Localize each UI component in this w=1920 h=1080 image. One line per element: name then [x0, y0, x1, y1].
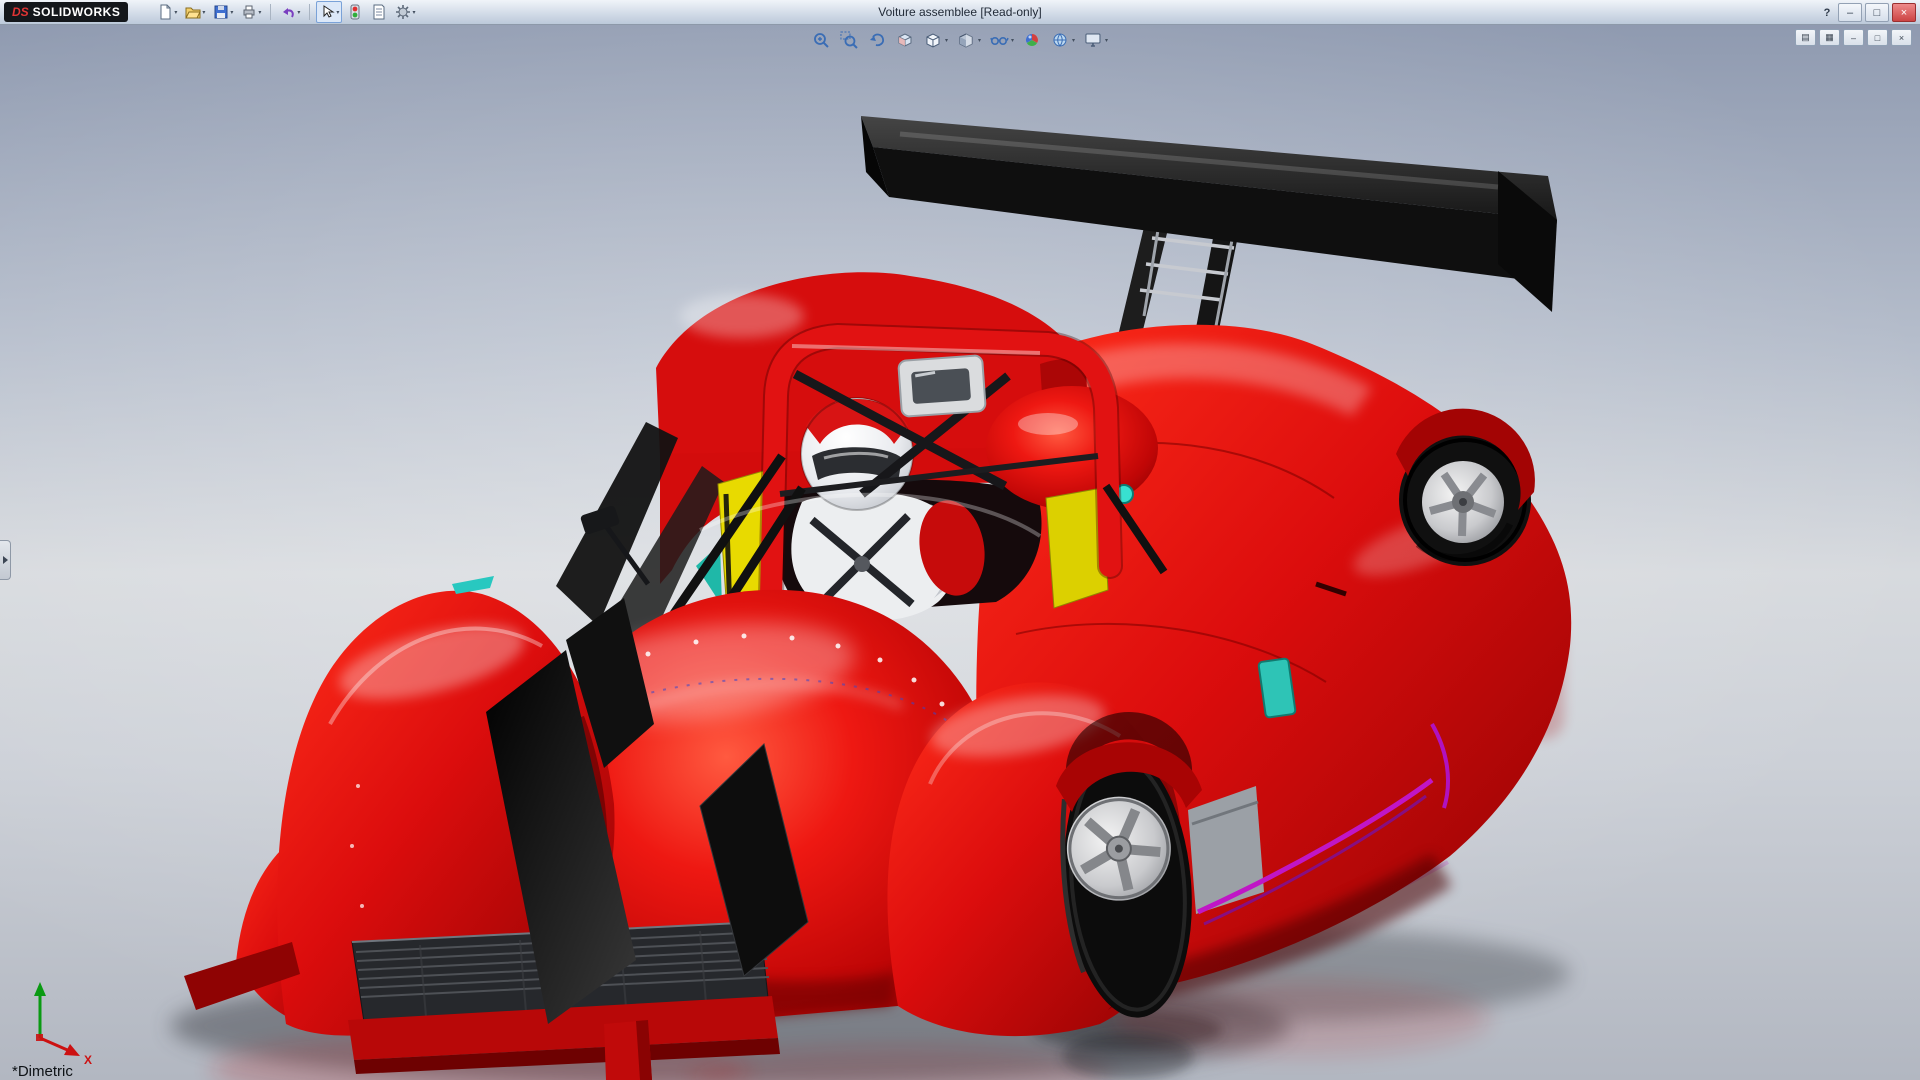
- view-settings-icon: [1084, 31, 1103, 49]
- options-button[interactable]: ▾: [392, 1, 418, 23]
- options-icon: [395, 4, 411, 20]
- window-controls: ? – □ ×: [1819, 3, 1916, 22]
- save-icon: [213, 4, 229, 20]
- dropdown-arrow-icon[interactable]: ▾: [978, 37, 981, 44]
- dropdown-arrow-icon[interactable]: ▾: [297, 9, 300, 16]
- file-properties-icon: [371, 4, 387, 20]
- dropdown-arrow-icon[interactable]: ▾: [412, 9, 415, 16]
- dropdown-arrow-icon[interactable]: ▾: [174, 9, 177, 16]
- open-icon: [185, 4, 201, 20]
- toolbar-separator: [270, 4, 271, 20]
- file-properties-button[interactable]: [368, 1, 390, 23]
- select-button[interactable]: ▾: [316, 1, 342, 23]
- logo-text: SOLIDWORKS: [33, 5, 121, 19]
- previous-view-icon: [868, 31, 887, 49]
- edit-appearance-icon: [1023, 31, 1042, 49]
- view-orientation-button[interactable]: ▾: [923, 30, 949, 50]
- dropdown-arrow-icon[interactable]: ▾: [336, 9, 339, 16]
- rear-right-wheel[interactable]: [1396, 409, 1535, 566]
- dropdown-arrow-icon[interactable]: ▾: [258, 9, 261, 16]
- teal-side-window[interactable]: [1258, 658, 1296, 718]
- rear-view-mirror[interactable]: [898, 355, 986, 417]
- rebuild-icon: [347, 4, 363, 20]
- previous-view-button[interactable]: [867, 30, 888, 50]
- hide-show-items-icon: [990, 31, 1009, 49]
- title-bar: DS SOLIDWORKS ▾ ▾ ▾ ▾ ▾ ▾: [0, 0, 1920, 25]
- print-icon: [241, 4, 257, 20]
- solidworks-logo: DS SOLIDWORKS: [4, 2, 128, 22]
- tile-windows-button[interactable]: ▦: [1819, 29, 1840, 46]
- graphics-viewport[interactable]: X ▾ ▾ ▾ ▾: [0, 24, 1920, 1080]
- logo-mark: DS: [12, 5, 29, 19]
- new-document-icon: [157, 4, 173, 20]
- cascade-windows-button[interactable]: ▤: [1795, 29, 1816, 46]
- section-view-icon: [896, 31, 915, 49]
- undo-icon: [280, 4, 296, 20]
- dropdown-arrow-icon[interactable]: ▾: [1072, 37, 1075, 44]
- document-window-controls: ▤ ▦ – □ ×: [1795, 29, 1912, 46]
- select-icon: [319, 4, 335, 20]
- dropdown-arrow-icon[interactable]: ▾: [230, 9, 233, 16]
- featuremanager-flyout-tab[interactable]: [0, 540, 11, 580]
- zoom-to-area-icon: [840, 31, 859, 49]
- rebuild-button[interactable]: [344, 1, 366, 23]
- view-orientation-label: *Dimetric: [12, 1063, 73, 1080]
- zoom-to-fit-button[interactable]: [811, 30, 832, 50]
- help-button[interactable]: ?: [1819, 4, 1835, 21]
- doc-close-button[interactable]: ×: [1891, 29, 1912, 46]
- new-document-button[interactable]: ▾: [154, 1, 180, 23]
- apply-scene-button[interactable]: ▾: [1050, 30, 1076, 50]
- doc-restore-button[interactable]: □: [1867, 29, 1888, 46]
- print-button[interactable]: ▾: [238, 1, 264, 23]
- display-style-icon: [957, 31, 976, 49]
- view-settings-button[interactable]: ▾: [1083, 30, 1109, 50]
- apply-scene-icon: [1051, 31, 1070, 49]
- dropdown-arrow-icon[interactable]: ▾: [945, 37, 948, 44]
- section-view-button[interactable]: [895, 30, 916, 50]
- maximize-button[interactable]: □: [1865, 3, 1889, 22]
- hide-show-items-button[interactable]: ▾: [989, 30, 1015, 50]
- triad-x-label: X: [84, 1053, 92, 1067]
- main-toolbar: ▾ ▾ ▾ ▾ ▾ ▾ ▾: [154, 1, 418, 23]
- display-style-button[interactable]: ▾: [956, 30, 982, 50]
- zoom-to-fit-icon: [812, 31, 831, 49]
- headsup-view-toolbar: ▾ ▾ ▾ ▾ ▾: [811, 30, 1109, 50]
- dropdown-arrow-icon[interactable]: ▾: [1011, 37, 1014, 44]
- minimize-button[interactable]: –: [1838, 3, 1862, 22]
- model-scene[interactable]: X: [0, 24, 1920, 1080]
- view-orientation-icon: [924, 31, 943, 49]
- dropdown-arrow-icon[interactable]: ▾: [202, 9, 205, 16]
- close-button[interactable]: ×: [1892, 3, 1916, 22]
- dropdown-arrow-icon[interactable]: ▾: [1105, 37, 1108, 44]
- undo-button[interactable]: ▾: [277, 1, 303, 23]
- zoom-to-area-button[interactable]: [839, 30, 860, 50]
- toolbar-separator: [309, 4, 310, 20]
- doc-minimize-button[interactable]: –: [1843, 29, 1864, 46]
- chevron-left-icon: [3, 556, 8, 564]
- open-button[interactable]: ▾: [182, 1, 208, 23]
- save-button[interactable]: ▾: [210, 1, 236, 23]
- edit-appearance-button[interactable]: [1022, 30, 1043, 50]
